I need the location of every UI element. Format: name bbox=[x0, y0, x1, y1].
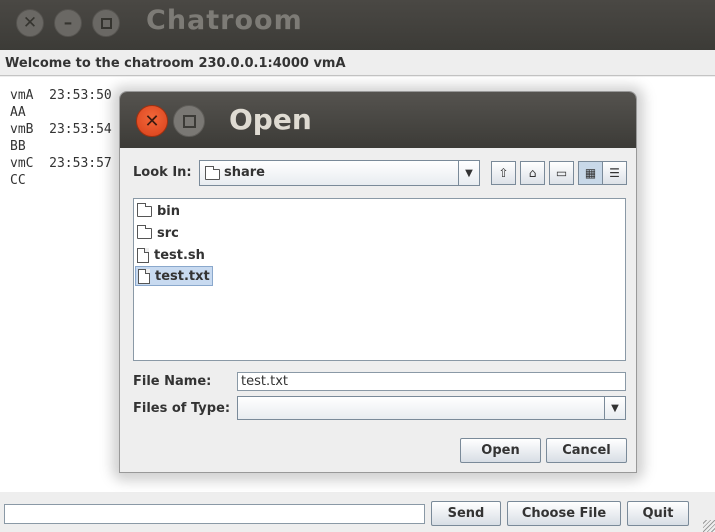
dialog-title-bar: ✕ Open bbox=[120, 92, 636, 148]
home-icon: ⌂ bbox=[528, 166, 537, 180]
folder-icon bbox=[137, 224, 152, 239]
resize-grip[interactable] bbox=[703, 520, 715, 532]
list-view-icon: ▦ bbox=[584, 166, 597, 180]
dialog-close-button[interactable]: ✕ bbox=[136, 105, 168, 137]
close-window-button[interactable]: ✕ bbox=[16, 9, 44, 37]
main-title-bar: ✕ – Chatroom bbox=[0, 0, 715, 50]
file-name-label: File Name: bbox=[133, 374, 212, 389]
new-folder-icon: ▭ bbox=[555, 166, 568, 180]
chevron-down-icon[interactable]: ▼ bbox=[458, 161, 479, 185]
up-one-level-button[interactable]: ⇧ bbox=[491, 161, 516, 185]
home-button[interactable]: ⌂ bbox=[520, 161, 545, 185]
bottom-bar: Send Choose File Quit bbox=[0, 492, 715, 532]
list-item[interactable]: test.sh bbox=[135, 245, 207, 265]
window-title: Chatroom bbox=[146, 5, 303, 36]
maximize-window-button[interactable] bbox=[92, 9, 120, 37]
folder-icon bbox=[137, 202, 152, 217]
folder-icon bbox=[205, 166, 220, 180]
maximize-icon bbox=[182, 114, 196, 128]
file-name: bin bbox=[157, 203, 181, 219]
close-icon: ✕ bbox=[22, 13, 38, 33]
message-header: vmA 23:53:50 bbox=[10, 88, 112, 103]
new-folder-button[interactable]: ▭ bbox=[549, 161, 574, 185]
files-of-type-label: Files of Type: bbox=[133, 401, 231, 416]
message-header: vmC 23:53:57 bbox=[10, 156, 112, 171]
message-header: vmB 23:53:54 bbox=[10, 122, 112, 137]
send-button[interactable]: Send bbox=[431, 501, 501, 526]
welcome-banner: Welcome to the chatroom 230.0.0.1:4000 v… bbox=[0, 52, 715, 76]
file-icon bbox=[137, 247, 149, 263]
close-icon: ✕ bbox=[144, 110, 160, 132]
look-in-combo[interactable]: share ▼ bbox=[199, 160, 480, 186]
file-name-field[interactable] bbox=[237, 372, 626, 391]
open-button[interactable]: Open bbox=[460, 438, 541, 463]
message-text: AA bbox=[10, 105, 26, 120]
details-view-icon: ☰ bbox=[609, 166, 620, 180]
file-icon bbox=[138, 268, 150, 284]
minimize-icon: – bbox=[63, 13, 73, 33]
quit-button[interactable]: Quit bbox=[627, 501, 689, 526]
file-name: src bbox=[157, 225, 179, 241]
message-text: CC bbox=[10, 173, 26, 188]
file-name: test.txt bbox=[155, 268, 210, 284]
maximize-icon bbox=[100, 17, 112, 29]
message-input[interactable] bbox=[4, 504, 425, 524]
open-dialog: ✕ Open Look In: share ▼ ⇧ ⌂ ▭ ▦ ☰ bin sr… bbox=[119, 91, 637, 473]
list-item[interactable]: src bbox=[135, 223, 181, 243]
list-item-selected[interactable]: test.txt bbox=[135, 266, 213, 286]
file-list[interactable]: bin src test.sh test.txt bbox=[133, 198, 626, 361]
file-name: test.sh bbox=[154, 247, 205, 263]
up-folder-icon: ⇧ bbox=[498, 166, 509, 180]
message-text: BB bbox=[10, 139, 26, 154]
dialog-maximize-button[interactable] bbox=[173, 105, 205, 137]
look-in-value: share bbox=[224, 165, 265, 180]
list-view-button[interactable]: ▦ bbox=[578, 161, 603, 185]
minimize-window-button[interactable]: – bbox=[54, 9, 82, 37]
cancel-button[interactable]: Cancel bbox=[546, 438, 627, 463]
choose-file-button[interactable]: Choose File bbox=[507, 501, 621, 526]
chevron-down-icon[interactable]: ▼ bbox=[604, 397, 625, 419]
files-of-type-combo[interactable]: ▼ bbox=[237, 396, 626, 420]
list-item[interactable]: bin bbox=[135, 201, 182, 221]
dialog-title: Open bbox=[229, 103, 312, 136]
details-view-button[interactable]: ☰ bbox=[602, 161, 627, 185]
look-in-label: Look In: bbox=[133, 165, 192, 180]
